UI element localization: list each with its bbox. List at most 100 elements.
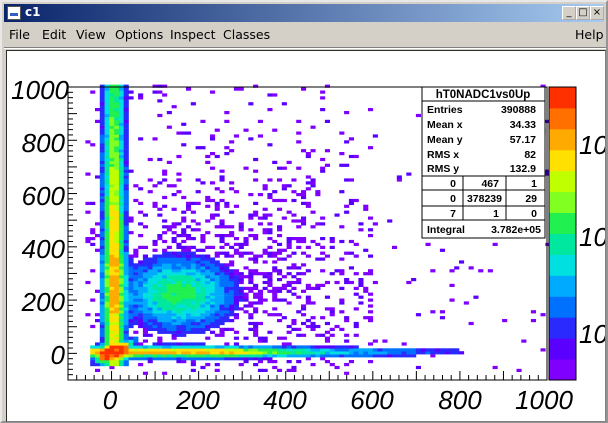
heatmap-cell <box>190 316 196 320</box>
heatmap-cell <box>348 251 354 255</box>
close-button[interactable]: × <box>590 6 604 20</box>
minimize-button[interactable]: _ <box>562 6 576 20</box>
maximize-button[interactable]: □ <box>576 6 590 20</box>
heatmap-cell <box>301 354 307 358</box>
heatmap-cell <box>224 316 230 320</box>
heatmap-cell <box>114 175 120 179</box>
heatmap-cell <box>368 348 374 352</box>
heatmap-cell <box>238 254 244 258</box>
heatmap-cell <box>301 307 307 311</box>
heatmap-cell <box>138 278 144 282</box>
heatmap-cell <box>99 304 105 308</box>
heatmap-cell <box>123 298 129 302</box>
color-scale-swatch <box>549 191 576 213</box>
heatmap-cell <box>387 351 393 355</box>
heatmap-cell <box>171 272 177 276</box>
heatmap-cell <box>157 280 163 285</box>
heatmap-cell <box>157 316 163 320</box>
heatmap-cell <box>176 257 182 261</box>
heatmap-cell <box>310 184 316 188</box>
heatmap-cell <box>99 90 105 94</box>
menu-edit[interactable]: Edit <box>42 27 66 42</box>
heatmap-cell <box>123 360 129 364</box>
heatmap-cell <box>99 324 105 329</box>
heatmap-cell <box>296 140 302 144</box>
heatmap-cell <box>152 313 158 317</box>
heatmap-cell <box>310 351 316 355</box>
heatmap-cell <box>186 316 192 320</box>
menu-file[interactable]: File <box>9 27 30 42</box>
heatmap-cell <box>133 316 139 320</box>
heatmap-cell <box>200 119 206 123</box>
heatmap-cell <box>109 360 115 364</box>
heatmap-cell <box>301 219 307 223</box>
heatmap-cell <box>281 342 287 346</box>
heatmap-cell <box>99 307 105 311</box>
heatmap-cell <box>123 178 129 182</box>
heatmap-cell <box>368 342 374 346</box>
color-scale-swatch <box>549 128 576 151</box>
heatmap-cell <box>492 242 498 246</box>
heatmap-cell <box>205 269 211 273</box>
heatmap-cell <box>296 278 302 282</box>
heatmap-cell <box>133 351 139 355</box>
heatmap-cell <box>171 239 177 244</box>
heatmap-cell <box>348 201 354 205</box>
heatmap-cell <box>425 348 431 352</box>
heatmap-cell <box>372 354 378 358</box>
heatmap-cell <box>210 330 216 334</box>
heatmap-cell <box>334 280 340 285</box>
heatmap-cell <box>301 289 307 293</box>
heatmap-cell <box>171 286 177 290</box>
heatmap-cell <box>166 345 172 349</box>
title-bar[interactable]: c1 _ □ × <box>4 4 604 22</box>
heatmap-cell <box>162 260 168 264</box>
menu-help[interactable]: Help <box>575 27 604 42</box>
heatmap-cell <box>114 266 120 270</box>
heatmap-cell <box>104 339 110 343</box>
heatmap-cell <box>277 368 283 372</box>
heatmap-cell <box>104 254 110 258</box>
heatmap-cell <box>224 275 230 279</box>
heatmap-cell <box>152 289 158 293</box>
heatmap-cell <box>104 181 110 185</box>
heatmap-cell <box>257 216 263 220</box>
menu-view[interactable]: View <box>76 27 106 42</box>
histogram-plot[interactable]: 0 200 400 600 800 1000 0 200 400 600 800… <box>7 51 605 421</box>
heatmap-cell <box>133 330 139 334</box>
heatmap-cell <box>205 254 211 258</box>
heatmap-cell <box>195 272 201 276</box>
heatmap-cell <box>186 254 192 258</box>
heatmap-cell <box>176 251 182 255</box>
canvas-area[interactable]: 0 200 400 600 800 1000 0 200 400 600 800… <box>6 50 606 422</box>
heatmap-cell <box>372 222 378 226</box>
menu-options[interactable]: Options <box>115 27 163 42</box>
heatmap-cell <box>138 210 144 214</box>
stats-box[interactable]: hT0NADC1vs0Up Entries 390888 Mean x 34.3… <box>421 86 546 239</box>
heatmap-cell <box>181 321 187 326</box>
heatmap-cell <box>291 348 297 352</box>
heatmap-cell <box>109 345 115 349</box>
heatmap-cell <box>171 207 177 211</box>
heatmap-cell <box>138 283 144 287</box>
heatmap-cell <box>219 251 225 255</box>
heatmap-cell <box>138 342 144 346</box>
heatmap-cell <box>99 160 105 164</box>
heatmap-cell <box>368 272 374 276</box>
heatmap-cell <box>190 327 196 331</box>
heatmap-cell <box>200 234 206 238</box>
heatmap-cell <box>329 313 335 317</box>
heatmap-cell <box>118 275 124 279</box>
heatmap-cell <box>406 351 412 355</box>
heatmap-cell <box>118 333 124 337</box>
heatmap-cell <box>104 272 110 276</box>
heatmap-cell <box>305 354 311 358</box>
heatmap-cell <box>190 269 196 273</box>
heatmap-cell <box>229 327 235 331</box>
heatmap-cell <box>238 280 244 285</box>
menu-inspect[interactable]: Inspect <box>170 27 216 42</box>
heatmap-cell <box>248 102 254 106</box>
heatmap-cell <box>99 339 105 343</box>
menu-classes[interactable]: Classes <box>223 27 270 42</box>
heatmap-cell <box>171 269 177 273</box>
